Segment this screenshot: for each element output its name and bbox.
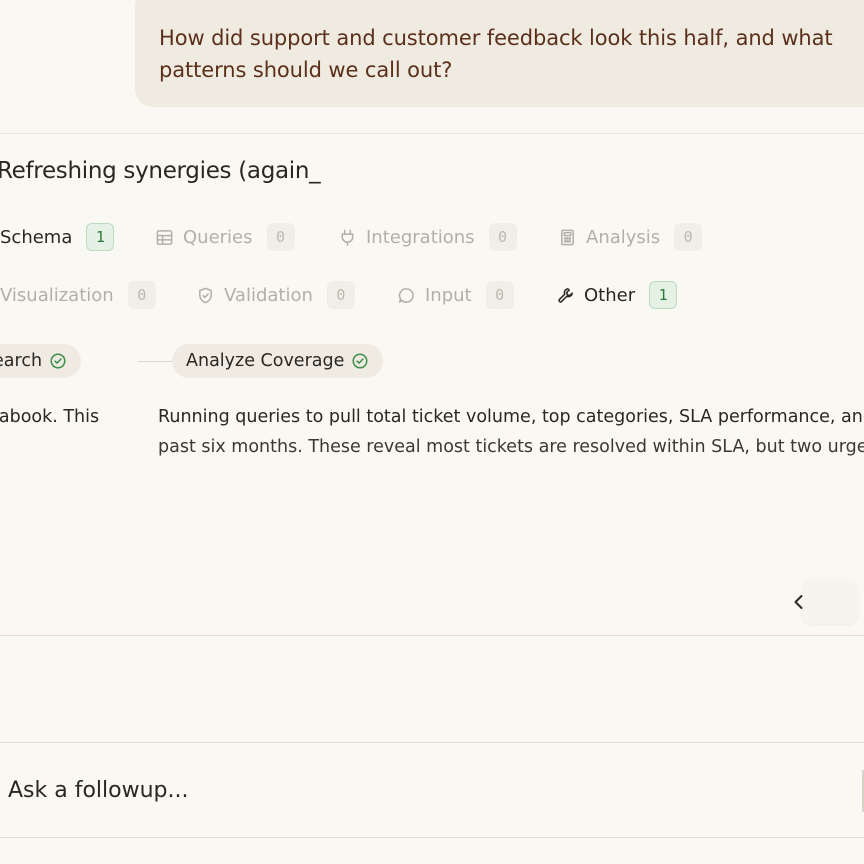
user-message-bubble: How did support and customer feedback lo… <box>135 0 864 107</box>
category-label: Queries <box>183 226 253 248</box>
user-message-line-1: How did support and customer feedback lo… <box>159 26 833 50</box>
category-visualization[interactable]: Visualization 0 <box>0 281 156 309</box>
category-schema[interactable]: Schema 1 <box>0 223 115 251</box>
plug-icon <box>337 227 357 247</box>
category-label: Input <box>425 284 472 306</box>
step-summary-line-2: past six months. These reveal most ticke… <box>158 437 864 457</box>
assistant-progress-card: Refreshing synergies (again_ Schema 1 Qu… <box>0 133 864 636</box>
check-circle-icon <box>351 352 369 370</box>
check-circle-icon <box>49 352 67 370</box>
category-label: Schema <box>0 226 73 248</box>
category-integrations[interactable]: Integrations 0 <box>337 223 517 251</box>
category-count-badge: 0 <box>488 223 517 251</box>
step-summary-line-1: Running queries to pull total ticket vol… <box>158 407 864 427</box>
step-label: Schema Search <box>0 351 43 371</box>
category-count-badge: 0 <box>127 281 156 309</box>
category-label: Analysis <box>586 226 661 248</box>
chat-page: How did support and customer feedback lo… <box>0 0 864 864</box>
chevron-left-icon <box>790 592 808 616</box>
shield-check-icon <box>195 285 215 305</box>
followup-input[interactable] <box>0 765 860 815</box>
category-count-badge: 0 <box>326 281 355 309</box>
carousel-prev-button[interactable] <box>794 580 858 624</box>
step-summary-current: Running queries to pull total ticket vol… <box>158 402 864 462</box>
category-analysis[interactable]: Analysis 0 <box>557 223 703 251</box>
category-label: Other <box>584 284 636 306</box>
step-summary-text: tabook. This <box>0 407 100 427</box>
category-count-badge: 0 <box>485 281 514 309</box>
category-label: Integrations <box>366 226 475 248</box>
category-label: Validation <box>224 284 313 306</box>
card-title: Refreshing synergies (again_ <box>0 158 321 184</box>
category-count-badge: 0 <box>674 223 703 251</box>
step-summary-previous: tabook. This <box>0 402 99 432</box>
category-validation[interactable]: Validation 0 <box>195 281 355 309</box>
step-pill-analyze-coverage[interactable]: Analyze Coverage <box>172 344 384 378</box>
calculator-icon <box>557 227 577 247</box>
category-count-badge: 1 <box>86 223 115 251</box>
followup-composer <box>0 742 864 838</box>
category-label: Visualization <box>0 284 114 306</box>
user-message-line-2: patterns should we call out? <box>159 58 453 82</box>
category-count-badge: 1 <box>649 281 678 309</box>
category-count-badge: 0 <box>266 223 295 251</box>
message-circle-icon <box>396 285 416 305</box>
wrench-icon <box>555 285 575 305</box>
step-pill-schema-search[interactable]: Schema Search <box>0 344 82 378</box>
category-input[interactable]: Input 0 <box>396 281 514 309</box>
category-other[interactable]: Other 1 <box>555 281 678 309</box>
step-label: Analyze Coverage <box>186 351 345 371</box>
table-icon <box>154 227 174 247</box>
category-queries[interactable]: Queries 0 <box>154 223 295 251</box>
user-message-text: How did support and customer feedback lo… <box>159 22 839 86</box>
